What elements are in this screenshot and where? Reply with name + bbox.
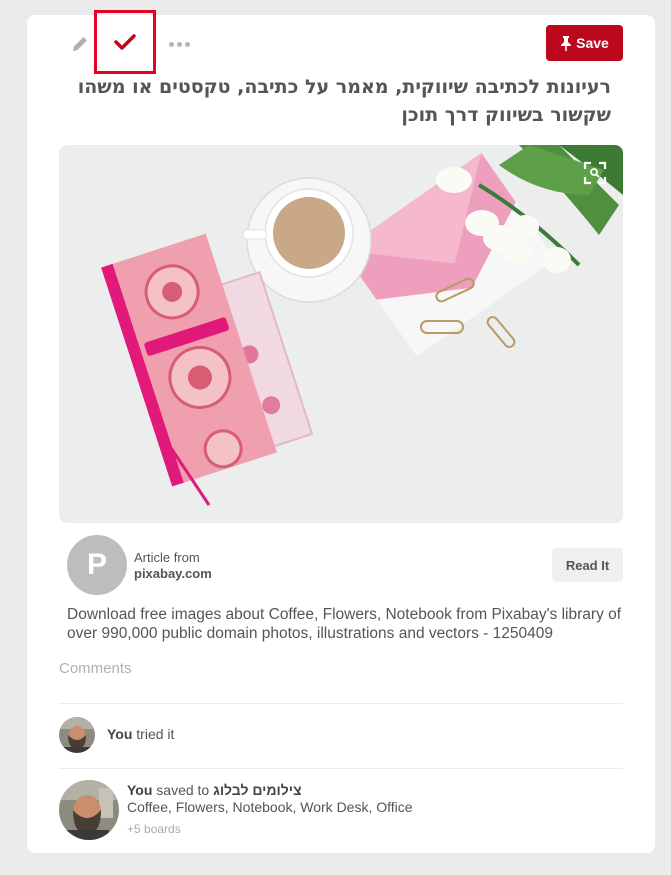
activity-action: tried it (136, 726, 175, 742)
divider (59, 768, 623, 769)
pencil-icon (73, 37, 87, 51)
read-it-button[interactable]: Read It (552, 548, 623, 582)
source-domain-link[interactable]: pixabay.com (134, 566, 212, 581)
source-label: Article from (134, 550, 200, 565)
pin-title: רעיונות לכתיבה שיווקית, מאמר על כתיבה, ט… (77, 76, 611, 126)
tried-activity: You tried it (107, 726, 174, 742)
edit-button[interactable] (67, 31, 93, 57)
tried-it-button[interactable] (94, 10, 156, 74)
divider (59, 703, 623, 704)
ellipsis-icon (168, 41, 174, 47)
flatlay-photo (59, 145, 623, 523)
activity-user[interactable]: You (127, 782, 152, 798)
pushpin-icon (561, 36, 572, 51)
save-button[interactable]: Save (546, 25, 623, 61)
checkmark-icon (114, 34, 136, 50)
board-tags: Coffee, Flowers, Notebook, Work Desk, Of… (127, 799, 413, 815)
pin-description: Download free images about Coffee, Flowe… (67, 606, 622, 642)
save-label: Save (576, 35, 609, 51)
zoom-icon[interactable] (583, 161, 607, 185)
more-boards-link[interactable]: +5 boards (127, 822, 181, 836)
source-avatar[interactable]: P (67, 535, 127, 595)
comments-heading[interactable]: Comments (59, 660, 132, 677)
saved-activity: You saved to צילומים לבלוג (127, 782, 302, 798)
activity-action: saved to (156, 782, 210, 798)
board-link[interactable]: צילומים לבלוג (213, 782, 301, 798)
pin-image[interactable] (59, 145, 623, 523)
activity-user[interactable]: You (107, 726, 132, 742)
user-avatar[interactable] (59, 717, 95, 753)
pin-card: Save רעיונות לכתיבה שיווקית, מאמר על כתי… (27, 10, 655, 853)
more-options-button[interactable] (165, 33, 193, 55)
user-avatar[interactable] (59, 780, 119, 840)
